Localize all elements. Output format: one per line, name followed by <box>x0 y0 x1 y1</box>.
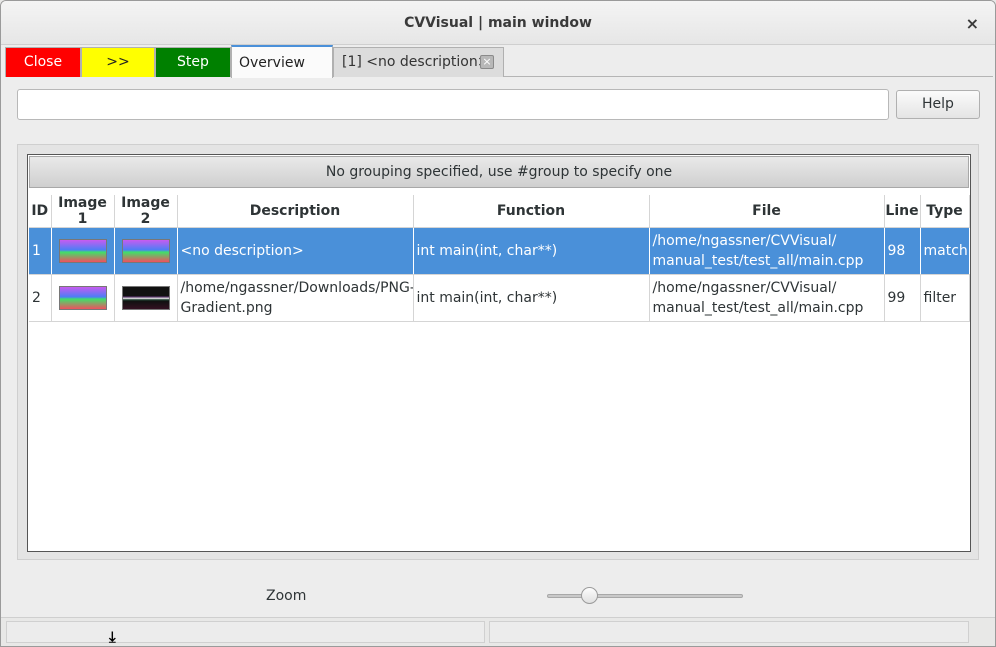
cell-line: 98 <box>884 227 921 275</box>
close-button[interactable]: Close <box>5 47 81 77</box>
status-segment-left <box>6 621 485 643</box>
cell-function: int main(int, char**) <box>413 274 650 322</box>
tab-call-1-label: [1] <no description> <box>342 54 490 70</box>
zoom-slider-track[interactable] <box>547 594 743 598</box>
cell-image2 <box>114 274 178 322</box>
status-bar <box>1 617 995 646</box>
download-arrow-icon: ⤓ <box>109 628 116 646</box>
column-header-id[interactable]: ID <box>29 195 52 228</box>
cell-image1 <box>51 227 115 275</box>
tab-bar: Close >> Step Overview [1] <no descripti… <box>5 45 993 78</box>
group-header[interactable]: No grouping specified, use #group to spe… <box>29 156 969 188</box>
cell-image1 <box>51 274 115 322</box>
window-title: CVVisual | main window <box>404 15 592 31</box>
call-table: ID Image 1 Image 2 Description Function … <box>29 195 970 322</box>
help-button[interactable]: Help <box>896 90 980 119</box>
cell-line: 99 <box>884 274 921 322</box>
image-thumbnail[interactable] <box>58 239 107 263</box>
cell-id: 2 <box>29 274 52 322</box>
column-header-file[interactable]: File <box>649 195 885 228</box>
column-header-image1[interactable]: Image 1 <box>51 195 115 228</box>
table-row[interactable]: 2 /home/ngassner/Downloads/PNG- Gradient… <box>29 274 970 322</box>
close-icon[interactable]: × <box>966 14 979 33</box>
cell-type: filter <box>920 274 970 322</box>
main-window: CVVisual | main window × Close >> Step O… <box>0 0 996 647</box>
column-header-function[interactable]: Function <box>413 195 650 228</box>
column-header-type[interactable]: Type <box>920 195 970 228</box>
table-row[interactable]: 1 <no description> int main(int, char**)… <box>29 227 970 275</box>
cell-image2 <box>114 227 178 275</box>
step-button[interactable]: Step <box>155 47 231 77</box>
status-segment-right <box>489 621 969 643</box>
image-thumbnail[interactable] <box>58 286 107 310</box>
cell-description: /home/ngassner/Downloads/PNG- Gradient.p… <box>177 274 414 322</box>
next-button[interactable]: >> <box>81 47 155 77</box>
column-header-line[interactable]: Line <box>884 195 921 228</box>
filter-input[interactable] <box>17 89 889 120</box>
title-bar: CVVisual | main window × <box>1 1 995 45</box>
column-header-description[interactable]: Description <box>177 195 414 228</box>
cell-description: <no description> <box>177 227 414 275</box>
tab-call-1[interactable]: [1] <no description> × <box>333 47 504 77</box>
call-table-view[interactable]: No grouping specified, use #group to spe… <box>27 154 971 552</box>
table-header-row: ID Image 1 Image 2 Description Function … <box>29 195 970 228</box>
cell-file: /home/ngassner/CVVisual/ manual_test/tes… <box>649 227 885 275</box>
cell-file: /home/ngassner/CVVisual/ manual_test/tes… <box>649 274 885 322</box>
tab-overview[interactable]: Overview <box>231 45 333 78</box>
image-thumbnail[interactable] <box>121 239 170 263</box>
cell-id: 1 <box>29 227 52 275</box>
image-thumbnail[interactable] <box>121 286 170 310</box>
cell-type: match <box>920 227 970 275</box>
zoom-slider-handle[interactable] <box>581 587 598 604</box>
tab-close-icon[interactable]: × <box>480 55 494 69</box>
cell-function: int main(int, char**) <box>413 227 650 275</box>
zoom-label: Zoom <box>266 588 307 604</box>
column-header-image2[interactable]: Image 2 <box>114 195 178 228</box>
